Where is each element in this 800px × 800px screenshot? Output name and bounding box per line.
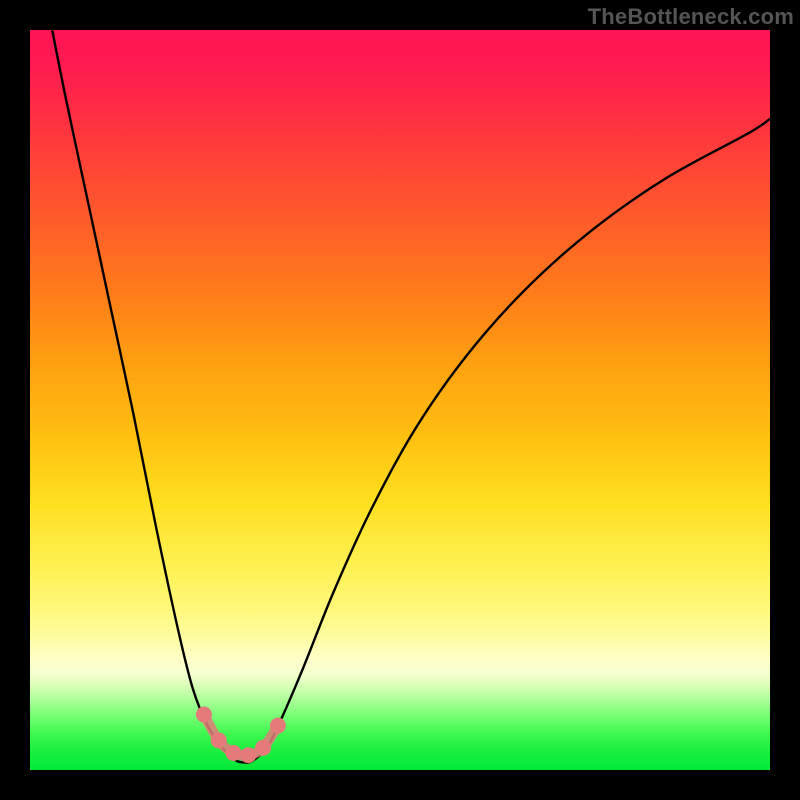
minimum-band-markers [196,707,286,764]
marker-dot [240,747,256,763]
watermark-text: TheBottleneck.com [588,4,794,30]
bottleneck-curve-left [52,30,244,763]
marker-dot [196,707,212,723]
chart-frame: TheBottleneck.com [0,0,800,800]
marker-dot [211,732,227,748]
marker-dot [226,745,242,761]
marker-dot [270,718,286,734]
bottleneck-curve-right [245,119,770,763]
curves-layer [30,30,770,770]
marker-dot [255,740,271,756]
